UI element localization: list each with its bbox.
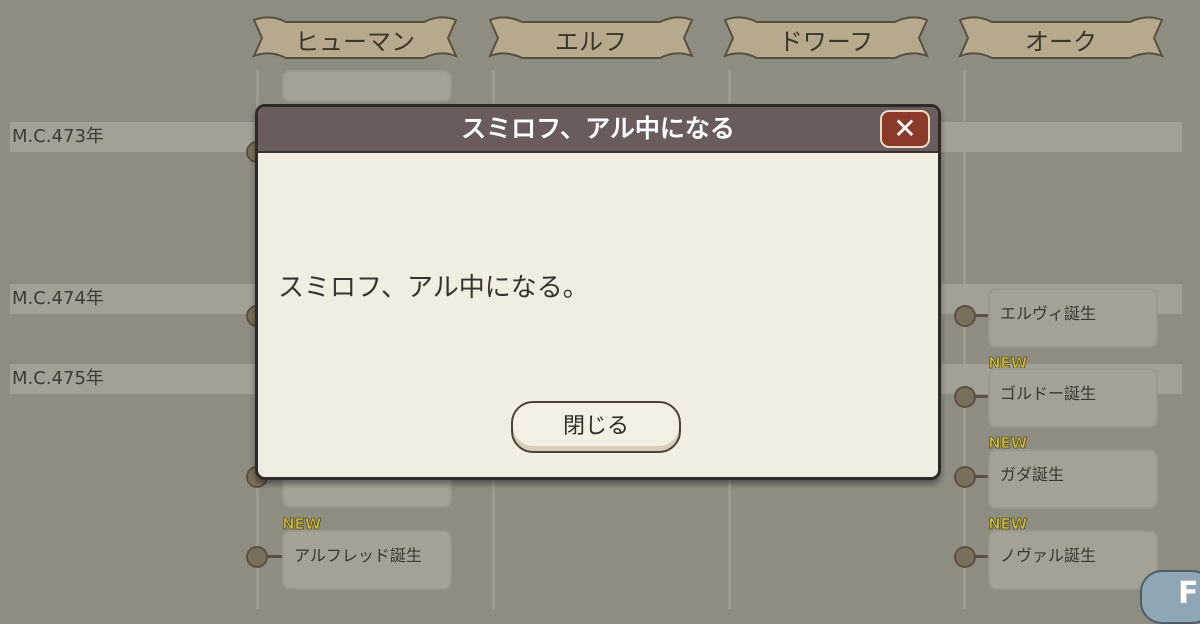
event-card-gada[interactable]: ガダ誕生 xyxy=(988,449,1158,509)
year-label-473: M.C.473年 xyxy=(12,126,104,147)
event-dialog: スミロフ、アル中になる ✕ スミロフ、アル中になる。 閉じる xyxy=(255,104,941,480)
event-elvi-label: エルヴィ誕生 xyxy=(1000,304,1097,323)
close-icon: ✕ xyxy=(893,112,917,145)
event-card-alfred[interactable]: アルフレッド誕生 xyxy=(282,530,452,590)
dialog-message: スミロフ、アル中になる。 xyxy=(278,273,589,303)
tab-orc[interactable]: オーク xyxy=(956,12,1166,62)
event-novar-label: ノヴァル誕生 xyxy=(1000,546,1097,565)
corner-menu-label: Fi xyxy=(1178,576,1200,611)
event-card-goldo[interactable]: ゴルドー誕生 xyxy=(988,368,1158,428)
timeline-node-icon xyxy=(954,466,976,488)
event-alfred-label: アルフレッド誕生 xyxy=(294,546,422,565)
tab-orc-label: オーク xyxy=(1025,28,1097,56)
tab-human-label: ヒューマン xyxy=(295,28,415,56)
tab-human[interactable]: ヒューマン xyxy=(250,12,460,62)
dialog-title: スミロフ、アル中になる xyxy=(461,114,735,143)
timeline-node-icon xyxy=(954,546,976,568)
dialog-close-button[interactable]: ✕ xyxy=(880,110,930,148)
close-button-label: 閉じる xyxy=(562,414,629,439)
tab-elf-label: エルフ xyxy=(555,28,627,56)
timeline-node-icon xyxy=(246,546,268,568)
event-card-novar[interactable]: ノヴァル誕生 xyxy=(988,530,1158,590)
event-card-human-top[interactable] xyxy=(282,70,452,102)
year-label-474: M.C.474年 xyxy=(12,288,104,309)
dialog-header: スミロフ、アル中になる ✕ xyxy=(258,107,938,153)
event-card-elvi[interactable]: エルヴィ誕生 xyxy=(988,288,1158,348)
year-label-475: M.C.475年 xyxy=(12,368,104,389)
event-gada-label: ガダ誕生 xyxy=(1000,465,1065,484)
timeline-node-icon xyxy=(954,386,976,408)
timeline-node-icon xyxy=(954,305,976,327)
close-button[interactable]: 閉じる xyxy=(511,401,681,453)
corner-menu-button[interactable]: Fi xyxy=(1140,570,1200,624)
tab-elf[interactable]: エルフ xyxy=(486,12,696,62)
tab-dwarf[interactable]: ドワーフ xyxy=(721,12,931,62)
tab-dwarf-label: ドワーフ xyxy=(778,28,874,56)
event-goldo-label: ゴルドー誕生 xyxy=(1000,384,1097,403)
